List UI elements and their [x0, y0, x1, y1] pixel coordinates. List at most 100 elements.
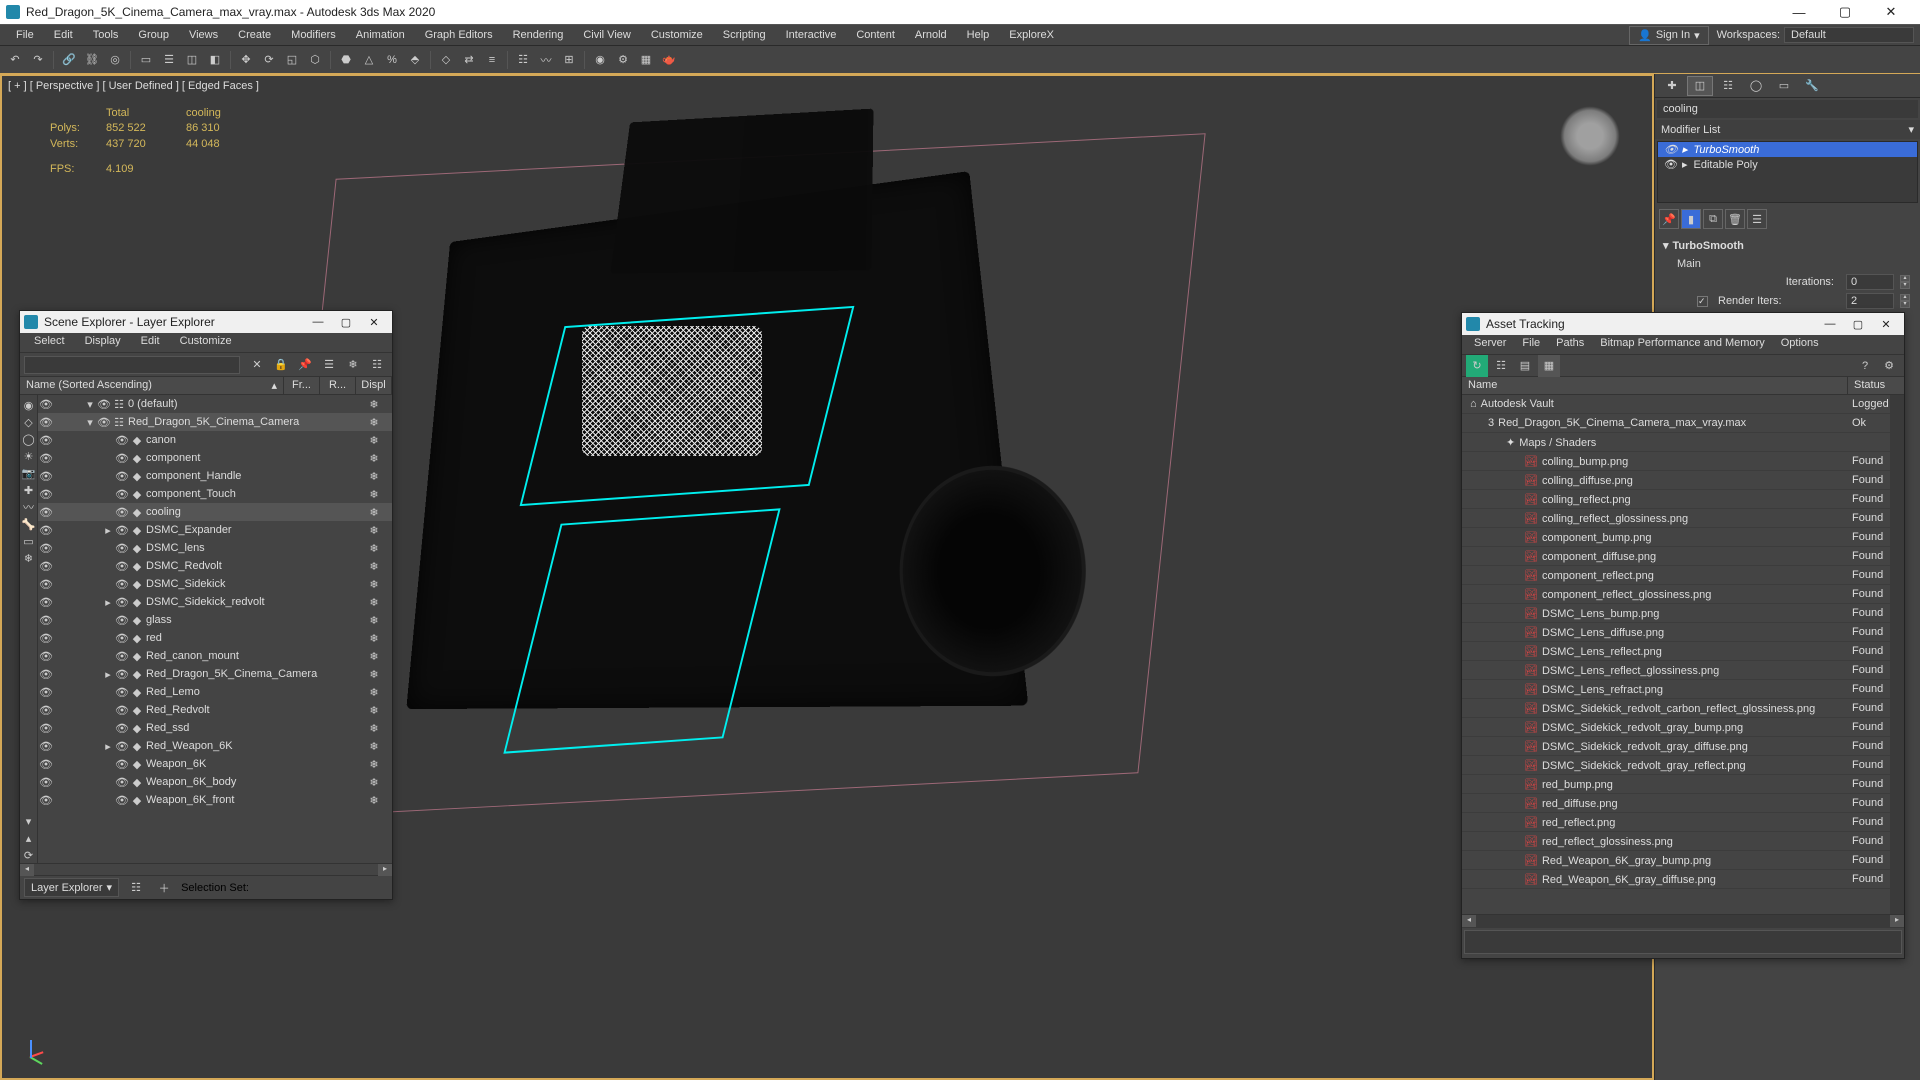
freeze-icon[interactable]: ❄ — [356, 416, 392, 429]
asset-row[interactable]: 🏞red_reflect_glossiness.pngFound — [1462, 832, 1904, 851]
align-button[interactable]: ≡ — [481, 49, 503, 71]
name-column-header[interactable]: Name — [1462, 377, 1848, 394]
create-tab[interactable]: ✚ — [1659, 76, 1685, 96]
asset-row[interactable]: 🏞DSMC_Lens_reflect_glossiness.pngFound — [1462, 661, 1904, 680]
at-menu-options[interactable]: Options — [1773, 335, 1827, 354]
at-menu-server[interactable]: Server — [1466, 335, 1514, 354]
expand-icon[interactable]: ▾ — [21, 813, 37, 829]
menu-graph-editors[interactable]: Graph Editors — [415, 26, 503, 44]
asset-row[interactable]: 🏞DSMC_Lens_reflect.pngFound — [1462, 642, 1904, 661]
freeze-icon[interactable]: ❄ — [356, 740, 392, 753]
motion-tab[interactable]: ◯ — [1743, 76, 1769, 96]
visibility-icon[interactable]: 👁 — [38, 704, 54, 717]
viewport-label[interactable]: [ + ] [ Perspective ] [ User Defined ] [… — [8, 80, 259, 92]
freeze-icon[interactable]: ❄ — [356, 686, 392, 699]
prompt-input[interactable] — [1464, 930, 1902, 954]
visibility-icon[interactable]: 👁 — [38, 506, 54, 519]
bind-button[interactable]: ◎ — [104, 49, 126, 71]
model-geometry[interactable] — [342, 136, 1062, 816]
scene-explorer-window[interactable]: Scene Explorer - Layer Explorer — ▢ ✕ Se… — [19, 310, 393, 900]
move-button[interactable]: ✥ — [235, 49, 257, 71]
freeze-icon[interactable]: ❄ — [356, 596, 392, 609]
remove-modifier-button[interactable]: 🗑 — [1725, 209, 1745, 229]
maximize-button[interactable]: ▢ — [1822, 0, 1868, 24]
container-icon[interactable]: ▭ — [21, 533, 37, 549]
freeze-icon[interactable]: ❄ — [356, 434, 392, 447]
visibility-icon[interactable]: 👁 — [38, 542, 54, 555]
asset-row[interactable]: 🏞DSMC_Sidekick_redvolt_gray_bump.pngFoun… — [1462, 718, 1904, 737]
frozen-column-header[interactable]: Fr... — [284, 377, 320, 394]
undo-button[interactable]: ↶ — [4, 49, 26, 71]
asset-row[interactable]: 🏞Red_Weapon_6K_gray_diffuse.pngFound — [1462, 870, 1904, 889]
menu-create[interactable]: Create — [228, 26, 281, 44]
mirror-button[interactable]: ⇄ — [458, 49, 480, 71]
layers-icon[interactable]: ☷ — [125, 877, 147, 899]
eye-icon[interactable]: 👁 — [114, 776, 130, 789]
unlink-button[interactable]: ⛓ — [81, 49, 103, 71]
select-region-button[interactable]: ◫ — [181, 49, 203, 71]
render-frame-button[interactable]: ▦ — [635, 49, 657, 71]
eye-icon[interactable]: 👁 — [114, 722, 130, 735]
tree-item[interactable]: 👁👁◆canon❄ — [38, 431, 392, 449]
layer-button[interactable]: ☷ — [512, 49, 534, 71]
make-unique-button[interactable]: ⧉ — [1703, 209, 1723, 229]
freeze-icon[interactable]: ❄ — [356, 758, 392, 771]
angle-snap-button[interactable]: △ — [358, 49, 380, 71]
freeze-button[interactable]: ❄ — [342, 354, 364, 376]
iterations-spinner[interactable]: 0 — [1846, 274, 1894, 290]
modifier-list-dropdown[interactable]: Modifier List▾ — [1655, 120, 1920, 139]
menu-file[interactable]: File — [6, 26, 44, 44]
freeze-icon[interactable]: ❄ — [356, 668, 392, 681]
tree-item[interactable]: 👁👁◆DSMC_Redvolt❄ — [38, 557, 392, 575]
visibility-icon[interactable]: 👁 — [38, 596, 54, 609]
modifier-editable poly[interactable]: 👁▸Editable Poly — [1658, 157, 1917, 172]
visibility-icon[interactable]: 👁 — [38, 470, 54, 483]
asset-row[interactable]: ⌂Autodesk VaultLogged — [1462, 395, 1904, 414]
eye-icon[interactable]: 👁 — [114, 650, 130, 663]
menu-group[interactable]: Group — [128, 26, 179, 44]
percent-snap-button[interactable]: % — [381, 49, 403, 71]
visibility-icon[interactable]: 👁 — [38, 524, 54, 537]
settings-button[interactable]: ⚙ — [1878, 355, 1900, 377]
filter-button[interactable]: ☰ — [318, 354, 340, 376]
freeze-icon[interactable]: ❄ — [356, 452, 392, 465]
redo-button[interactable]: ↷ — [27, 49, 49, 71]
freeze-icon[interactable]: ❄ — [356, 560, 392, 573]
visibility-icon[interactable]: 👁 — [38, 686, 54, 699]
eye-icon[interactable]: 👁 — [114, 560, 130, 573]
close-button[interactable]: ✕ — [1868, 0, 1914, 24]
eye-icon[interactable]: 👁 — [114, 596, 130, 609]
display-tab[interactable]: ▭ — [1771, 76, 1797, 96]
spinner-up-icon[interactable]: ▴ — [1900, 294, 1910, 301]
eye-icon[interactable]: 👁 — [114, 542, 130, 555]
visibility-icon[interactable]: 👁 — [38, 776, 54, 789]
modify-tab[interactable]: ◫ — [1687, 76, 1713, 96]
se-menu-display[interactable]: Display — [75, 333, 131, 352]
eye-icon[interactable]: 👁 — [114, 704, 130, 717]
close-button[interactable]: ✕ — [360, 312, 388, 332]
minimize-button[interactable]: — — [1776, 0, 1822, 24]
eye-icon[interactable]: 👁 — [114, 632, 130, 645]
visibility-icon[interactable]: 👁 — [1664, 158, 1676, 171]
eye-icon[interactable]: 👁 — [114, 578, 130, 591]
h-scrollbar[interactable]: ◂▸ — [20, 863, 392, 875]
tree-item[interactable]: 👁👁◆red❄ — [38, 629, 392, 647]
tree-item[interactable]: 👁👁◆cooling❄ — [38, 503, 392, 521]
spinner-up-icon[interactable]: ▴ — [1900, 275, 1910, 282]
visibility-icon[interactable]: 👁 — [1664, 143, 1676, 156]
tree-item[interactable]: 👁▸👁◆DSMC_Sidekick_redvolt❄ — [38, 593, 392, 611]
h-scrollbar[interactable]: ◂▸ — [1462, 914, 1904, 928]
asset-row[interactable]: 🏞component_reflect.pngFound — [1462, 566, 1904, 585]
expand-icon[interactable]: ▸ — [102, 524, 114, 537]
tree-item[interactable]: 👁▸👁◆DSMC_Expander❄ — [38, 521, 392, 539]
tree-item[interactable]: 👁👁◆Red_canon_mount❄ — [38, 647, 392, 665]
scale-button[interactable]: ◱ — [281, 49, 303, 71]
freeze-icon[interactable]: ❄ — [356, 506, 392, 519]
window-crossing-button[interactable]: ◧ — [204, 49, 226, 71]
menu-rendering[interactable]: Rendering — [503, 26, 574, 44]
menu-views[interactable]: Views — [179, 26, 228, 44]
render-column-header[interactable]: R... — [320, 377, 356, 394]
named-sel-button[interactable]: ◇ — [435, 49, 457, 71]
se-menu-customize[interactable]: Customize — [170, 333, 242, 352]
helper-icon[interactable]: ✚ — [21, 482, 37, 498]
